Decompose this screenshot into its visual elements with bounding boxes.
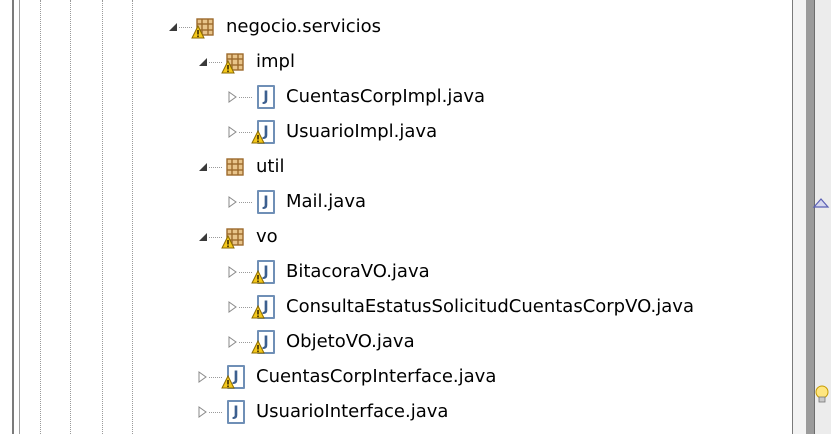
warning-overlay-icon xyxy=(251,340,265,354)
warning-overlay-icon xyxy=(251,130,265,144)
tree-guide-line xyxy=(70,0,71,434)
tree-item-java-file[interactable]: J Mail.java xyxy=(252,184,366,220)
java-file-icon: J xyxy=(251,294,278,320)
tree-item-package[interactable]: impl xyxy=(221,44,295,80)
tree-connector-line xyxy=(239,97,252,98)
tree-item-java-file[interactable]: J CuentasCorpInterface.java xyxy=(221,359,497,395)
tree-connector-line xyxy=(209,412,222,413)
java-file-icon: J xyxy=(221,364,248,390)
package-icon xyxy=(221,224,248,250)
tree-item-label: vo xyxy=(256,226,278,247)
tree-item-label: negocio.servicios xyxy=(226,16,382,37)
warning-overlay-icon xyxy=(221,375,235,389)
vertical-scrollbar-track[interactable] xyxy=(792,0,806,434)
tree-item-label: ConsultaEstatusSolicitudCuentasCorpVO.ja… xyxy=(286,296,694,317)
tree-guide-line xyxy=(102,0,103,434)
tree-item-label: ObjetoVO.java xyxy=(286,331,415,352)
tree-item-java-file[interactable]: J BitacoraVO.java xyxy=(251,254,430,290)
package-icon xyxy=(222,154,248,180)
tree-item-java-file[interactable]: J UsuarioImpl.java xyxy=(251,114,438,150)
java-file-icon: J xyxy=(251,329,278,355)
java-file-icon: J xyxy=(252,189,278,215)
java-file-icon: J xyxy=(251,259,278,285)
tree-item-label: UsuarioInterface.java xyxy=(256,401,449,422)
tree-guide-line xyxy=(40,0,41,434)
tree-item-label: CuentasCorpInterface.java xyxy=(256,366,497,387)
warning-overlay-icon xyxy=(251,305,265,319)
tree-item-label: util xyxy=(256,156,285,177)
tree-guide-line xyxy=(132,0,133,434)
tree-item-package[interactable]: vo xyxy=(221,219,278,255)
left-panel-border xyxy=(0,0,14,434)
tree-item-package[interactable]: negocio.servicios xyxy=(191,9,382,45)
tree-connector-line xyxy=(209,167,222,168)
quick-fix-lightbulb-icon[interactable] xyxy=(814,384,831,406)
tree-item-label: CuentasCorpImpl.java xyxy=(286,86,486,107)
java-file-icon: J xyxy=(251,119,278,145)
tree-item-java-file[interactable]: J UsuarioInterface.java xyxy=(222,394,448,430)
package-explorer-tree[interactable]: negocio.servicios impl J CuentasCorpImpl.ja… xyxy=(20,0,792,434)
warning-overlay-icon xyxy=(221,235,235,249)
tree-connector-line xyxy=(239,202,252,203)
warning-overlay-icon xyxy=(221,60,235,74)
package-icon xyxy=(191,14,218,40)
java-file-icon: J xyxy=(252,84,278,110)
vertical-scrollbar-thumb[interactable] xyxy=(806,0,814,434)
tree-item-label: UsuarioImpl.java xyxy=(286,121,438,142)
overview-ruler-marker-icon[interactable] xyxy=(812,196,831,210)
tree-item-label: impl xyxy=(256,51,295,72)
tree-item-java-file[interactable]: J ConsultaEstatusSolicitudCuentasCorpVO.j… xyxy=(251,289,694,325)
overview-ruler[interactable] xyxy=(814,0,831,434)
tree-item-java-file[interactable]: J CuentasCorpImpl.java xyxy=(252,79,485,115)
java-file-icon: J xyxy=(222,399,248,425)
warning-overlay-icon xyxy=(251,270,265,284)
tree-item-label: Mail.java xyxy=(286,191,366,212)
package-icon xyxy=(221,49,248,75)
warning-overlay-icon xyxy=(191,25,205,39)
tree-item-package[interactable]: util xyxy=(222,149,284,185)
tree-item-java-file[interactable]: J ObjetoVO.java xyxy=(251,324,415,360)
tree-item-label: BitacoraVO.java xyxy=(286,261,430,282)
